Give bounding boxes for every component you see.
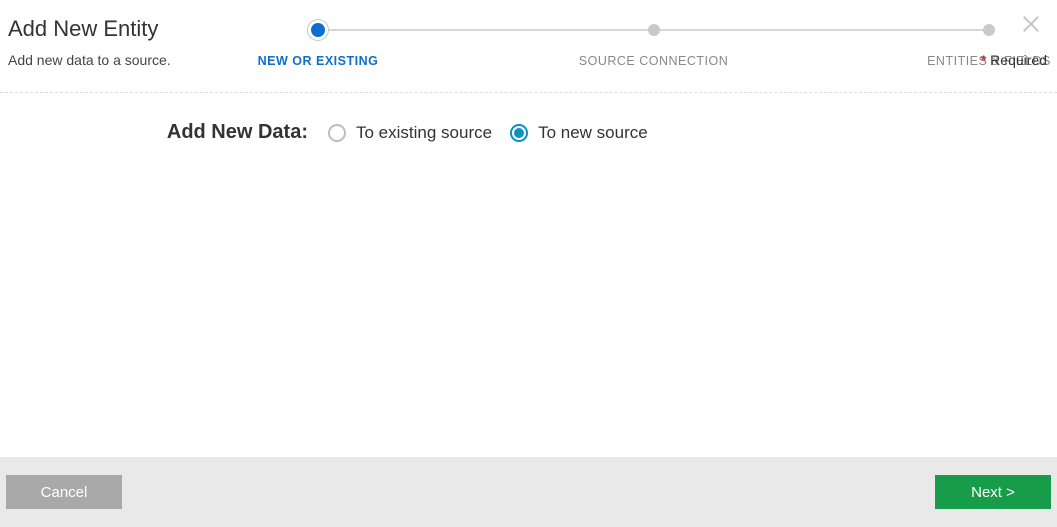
radio-label: To new source bbox=[538, 123, 648, 143]
page-title: Add New Entity bbox=[8, 16, 258, 42]
radio-label: To existing source bbox=[356, 123, 492, 143]
cancel-button[interactable]: Cancel bbox=[6, 475, 122, 509]
step-label-source-connection[interactable]: SOURCE CONNECTION bbox=[579, 54, 728, 68]
radio-icon bbox=[328, 124, 346, 142]
close-icon[interactable] bbox=[1017, 10, 1045, 38]
stepper-node-3[interactable] bbox=[983, 24, 995, 36]
radio-option-new-source[interactable]: To new source bbox=[510, 123, 648, 143]
radio-option-existing-source[interactable]: To existing source bbox=[328, 123, 492, 143]
source-radio-group: To existing source To new source bbox=[328, 123, 648, 143]
required-asterisk: * bbox=[981, 52, 986, 68]
required-indicator: * Required bbox=[981, 52, 1047, 68]
radio-icon bbox=[510, 124, 528, 142]
stepper-node-2[interactable] bbox=[648, 24, 660, 36]
add-new-data-label: Add New Data: bbox=[8, 121, 328, 144]
page-subtitle: Add new data to a source. bbox=[8, 52, 258, 68]
wizard-stepper: NEW OR EXISTING SOURCE CONNECTION ENTITI… bbox=[258, 12, 1049, 74]
required-label: Required bbox=[990, 52, 1047, 68]
step-label-new-or-existing[interactable]: NEW OR EXISTING bbox=[258, 54, 379, 68]
next-button[interactable]: Next > bbox=[935, 475, 1051, 509]
stepper-node-1[interactable] bbox=[311, 23, 325, 37]
footer-bar: Cancel Next > bbox=[0, 457, 1057, 527]
